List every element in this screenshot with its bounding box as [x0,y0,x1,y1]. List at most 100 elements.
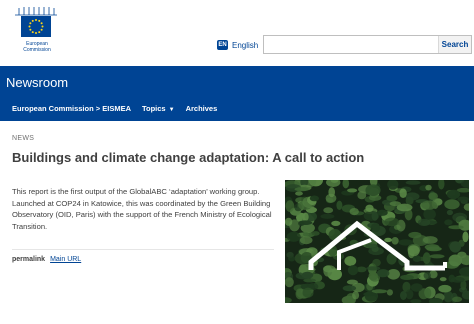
main-navigation: European Commission > EISMEA Topics ▼ Arc… [12,104,217,113]
ivy-leaf [448,254,463,267]
ivy-leaf [294,187,309,192]
article-kicker: NEWS [12,135,35,142]
ivy-leaf [399,188,407,198]
ivy-leaf [421,200,437,210]
ivy-leaf [352,291,360,300]
eu-star [40,28,43,31]
ivy-leaf [349,208,359,216]
ivy-leaf [363,291,376,297]
ivy-leaf [285,277,294,288]
search-box: Search [263,35,472,54]
eu-star [40,22,43,25]
ivy-leaf [299,236,313,245]
permalink-row: permalink Main URL [12,256,81,263]
eu-star [41,25,44,28]
ivy-wall-house-image [285,180,469,303]
ivy-leaf [386,289,393,296]
ivy-leaf [439,277,447,282]
ivy-leaf [389,201,401,207]
language-selector[interactable]: EN English [217,38,258,52]
search-button[interactable]: Search [438,36,471,53]
divider [12,249,274,250]
page-title: Buildings and climate change adaptation:… [12,150,365,165]
ivy-leaf [428,192,438,200]
site-title[interactable]: Newsroom [6,75,68,90]
ivy-leaf [386,195,398,202]
ivy-leaf [285,217,293,226]
ivy-leaf [365,184,381,196]
eu-star [35,19,37,21]
ivy-leaf [368,271,378,281]
ivy-leaf [342,285,357,292]
language-icon: EN [217,40,228,50]
ivy-leaf [336,200,343,210]
breadcrumb-link[interactable]: European Commission > EISMEA [12,104,131,113]
ivy-leaf [346,279,358,285]
topics-menu[interactable]: Topics ▼ [142,104,175,113]
ivy-leaf [446,209,453,216]
ivy-leaf [449,241,462,253]
ivy-leaf [444,199,460,210]
eu-star [29,22,32,25]
ivy-leaf [446,189,461,200]
ivy-leaf [412,255,422,262]
eu-flag-icon [21,16,51,37]
eu-star [31,31,34,34]
ivy-leaf [404,192,420,201]
eu-star [35,32,37,34]
ivy-leaf [405,180,421,185]
ivy-leaf [377,209,388,216]
logo-text: European Commission [23,41,51,53]
main-url-link[interactable]: Main URL [50,256,81,263]
eu-star [28,25,31,28]
ivy-leaf [299,220,313,225]
ivy-leaf [286,231,301,242]
ivy-leaf [347,188,358,193]
ivy-leaf [400,291,407,300]
eu-star [38,31,41,34]
ivy-leaf [365,204,374,212]
ivy-leaf [424,244,440,251]
eu-star [38,19,41,22]
ivy-leaf [344,256,357,266]
ivy-leaf [452,296,463,303]
ivy-leaf [429,254,445,259]
ivy-leaf [462,231,469,243]
eu-star [31,19,34,22]
ivy-leaf [320,213,335,219]
ivy-leaf [444,219,453,226]
ivy-leaf [323,207,334,214]
ivy-leaf [391,237,399,245]
ivy-leaf [370,223,381,233]
ivy-leaf [408,231,422,239]
ivy-leaf [400,274,414,280]
ivy-leaf [422,236,438,244]
ivy-leaf [424,287,432,299]
ivy-leaf [328,187,335,198]
ivy-leaf [366,266,381,271]
ivy-leaf [309,195,319,202]
ivy-leaf [438,284,452,293]
ivy-leaf [457,196,469,202]
ivy-leaf [407,245,420,257]
search-input[interactable] [264,36,438,53]
ivy-leaf [423,272,431,280]
article-body: This report is the first output of the G… [12,187,272,231]
european-commission-logo[interactable]: European Commission [13,6,59,54]
ivy-leaf [311,231,320,236]
ivy-leaf [384,237,392,243]
ivy-leaf [302,287,314,298]
newsroom-banner: Newsroom European Commission > EISMEA To… [0,66,474,121]
ivy-leaf [405,289,414,300]
ivy-leaf [384,217,399,227]
permalink-label: permalink [12,256,46,263]
ivy-leaf [301,271,314,279]
ivy-leaf [288,255,296,262]
chevron-down-icon: ▼ [168,107,175,113]
archives-link[interactable]: Archives [186,104,218,113]
ivy-leaf [422,252,431,264]
ivy-leaf [302,212,309,222]
ivy-leaf [302,232,310,237]
ivy-leaf [376,269,390,278]
building-outline-icon [15,7,57,16]
